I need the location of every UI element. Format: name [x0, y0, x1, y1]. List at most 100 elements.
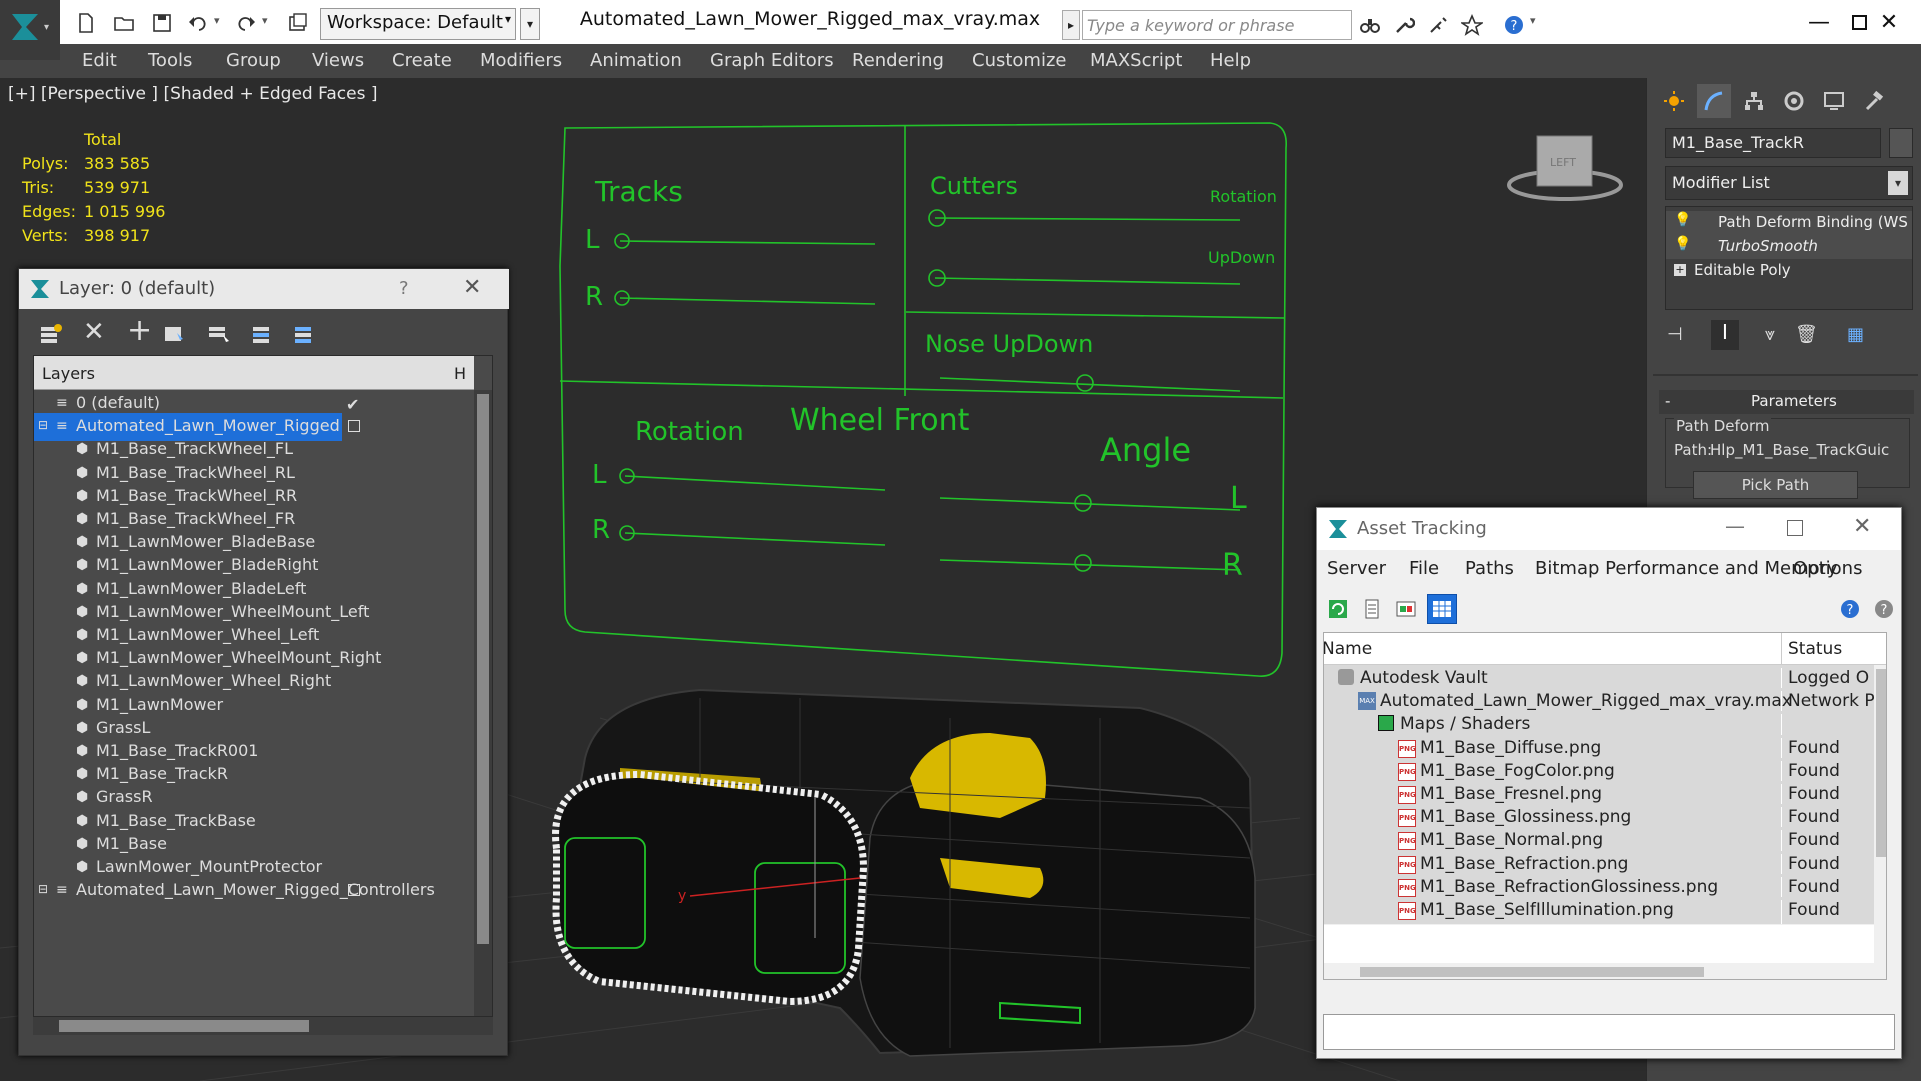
- menu-animation[interactable]: Animation: [590, 50, 682, 71]
- workspace-menu-button[interactable]: ▾: [520, 8, 540, 40]
- close-icon[interactable]: ✕: [463, 275, 481, 300]
- add-selection-to-layer-icon[interactable]: [163, 323, 187, 345]
- layer-properties-icon[interactable]: [39, 323, 63, 345]
- select-layer-objects-icon[interactable]: [207, 323, 231, 345]
- column-layers[interactable]: Layers: [42, 364, 95, 383]
- lightbulb-icon[interactable]: 💡: [1674, 236, 1691, 252]
- delete-layer-icon[interactable]: ✕: [83, 317, 105, 347]
- hide-layers-icon[interactable]: [293, 323, 317, 345]
- show-end-result-icon[interactable]: I: [1711, 320, 1739, 350]
- make-unique-icon[interactable]: ⩔: [1765, 324, 1775, 345]
- slider-angle-r-knob[interactable]: [1074, 554, 1092, 572]
- hierarchy-tab[interactable]: [1737, 84, 1771, 118]
- column-name[interactable]: Name: [1324, 639, 1372, 659]
- undo-button[interactable]: [184, 10, 212, 36]
- thumbnail-view-button[interactable]: [1391, 594, 1421, 624]
- asset-vscroll-track[interactable]: [1874, 665, 1886, 963]
- slider-nose-updown-knob[interactable]: [1076, 374, 1094, 392]
- pin-stack-icon[interactable]: ⊣: [1667, 324, 1683, 345]
- save-file-button[interactable]: [148, 10, 176, 36]
- sign-in-button[interactable]: [1424, 11, 1452, 39]
- object-name-field[interactable]: M1_Base_TrackR: [1665, 128, 1881, 158]
- search-input[interactable]: Type a keyword or phrase: [1082, 10, 1352, 40]
- asset-grid[interactable]: Name Status Autodesk Vault Logged O MAX Aut…: [1323, 632, 1887, 980]
- app-menu-button[interactable]: ▾: [0, 0, 60, 60]
- menu-tools[interactable]: Tools: [148, 50, 192, 71]
- minimize-icon[interactable]: —: [1725, 514, 1745, 538]
- help-button[interactable]: ?: [1835, 594, 1865, 624]
- current-layer-check-icon[interactable]: ✔: [346, 395, 359, 414]
- column-status[interactable]: Status: [1781, 633, 1848, 665]
- redo-button[interactable]: [232, 10, 260, 36]
- slider-tracks-l[interactable]: [619, 240, 876, 245]
- refresh-button[interactable]: [1323, 594, 1353, 624]
- open-file-button[interactable]: [110, 10, 138, 36]
- layer-hscroll-track[interactable]: [33, 1017, 493, 1035]
- layer-hscroll-thumb[interactable]: [59, 1020, 309, 1032]
- project-button[interactable]: [284, 10, 312, 36]
- asset-path-field[interactable]: [1323, 1014, 1895, 1050]
- layer-vscroll-track[interactable]: [474, 390, 492, 1016]
- viewcube[interactable]: LEFT: [1507, 135, 1623, 201]
- table-view-button[interactable]: [1427, 594, 1457, 624]
- binoculars-button[interactable]: [1356, 11, 1384, 39]
- remove-modifier-icon[interactable]: 🗑: [1795, 324, 1818, 345]
- motion-tab[interactable]: [1777, 84, 1811, 118]
- help-disabled-button[interactable]: ?: [1869, 594, 1899, 624]
- menu-modifiers[interactable]: Modifiers: [480, 50, 562, 71]
- tools-button[interactable]: [1390, 11, 1418, 39]
- list-view-button[interactable]: [1357, 594, 1387, 624]
- utilities-tab[interactable]: [1857, 84, 1891, 118]
- parameters-rollout-header[interactable]: - Parameters: [1659, 390, 1914, 414]
- asset-menu-file[interactable]: File: [1409, 558, 1439, 579]
- asset-vscroll-thumb[interactable]: [1876, 669, 1886, 857]
- modifier-stack[interactable]: 💡 Path Deform Binding (WS 💡 TurboSmooth …: [1665, 206, 1913, 310]
- close-button[interactable]: ✕: [1866, 6, 1912, 38]
- asset-dialog-titlebar[interactable]: Asset Tracking — ✕: [1317, 508, 1901, 550]
- close-icon[interactable]: ✕: [1853, 514, 1871, 539]
- slider-wheel-rotation-r[interactable]: [624, 532, 886, 546]
- stack-item-turbosmooth[interactable]: 💡 TurboSmooth: [1666, 235, 1912, 259]
- stack-item-path-deform[interactable]: 💡 Path Deform Binding (WS: [1666, 211, 1912, 235]
- menu-group[interactable]: Group: [226, 50, 281, 71]
- asset-menu-paths[interactable]: Paths: [1465, 558, 1514, 579]
- help-button[interactable]: ?: [1500, 11, 1528, 39]
- redo-dropdown-icon[interactable]: ▾: [262, 14, 268, 27]
- maximize-icon[interactable]: [1787, 520, 1803, 536]
- slider-cutters-rotation[interactable]: [934, 217, 1241, 221]
- asset-hscroll-thumb[interactable]: [1360, 967, 1704, 977]
- create-tab[interactable]: [1657, 84, 1691, 118]
- menu-help[interactable]: Help: [1210, 50, 1251, 71]
- expand-toggle-icon[interactable]: ⊟: [38, 418, 48, 432]
- menu-maxscript[interactable]: MAXScript: [1090, 50, 1182, 71]
- slider-wheel-rotation-l[interactable]: [624, 475, 886, 491]
- display-tab[interactable]: [1817, 84, 1851, 118]
- modifier-list-dropdown[interactable]: Modifier List ▾: [1665, 166, 1913, 200]
- menu-create[interactable]: Create: [392, 50, 452, 71]
- menu-edit[interactable]: Edit: [82, 50, 117, 71]
- new-file-button[interactable]: [72, 10, 100, 36]
- help-icon[interactable]: ?: [399, 278, 409, 299]
- configure-sets-icon[interactable]: ▦: [1847, 324, 1864, 345]
- slider-cutters-updown[interactable]: [934, 277, 1241, 285]
- favorites-button[interactable]: [1458, 11, 1486, 39]
- object-color-swatch[interactable]: [1889, 128, 1913, 158]
- expand-toggle-icon[interactable]: ⊟: [38, 882, 48, 896]
- menu-views[interactable]: Views: [312, 50, 364, 71]
- menu-customize[interactable]: Customize: [972, 50, 1066, 71]
- asset-hscroll-track[interactable]: [1324, 963, 1886, 979]
- pick-path-button[interactable]: Pick Path: [1693, 471, 1858, 499]
- search-expand-button[interactable]: ▸: [1062, 10, 1080, 40]
- add-layer-icon[interactable]: +: [127, 313, 152, 348]
- menu-rendering[interactable]: Rendering: [852, 50, 944, 71]
- slider-tracks-r[interactable]: [619, 297, 876, 305]
- modify-tab[interactable]: [1697, 84, 1731, 118]
- menu-graph-editors[interactable]: Graph Editors: [710, 50, 834, 71]
- workspace-dropdown[interactable]: Workspace: Default ▾: [320, 8, 516, 40]
- asset-menu-options[interactable]: Options: [1793, 558, 1862, 579]
- stack-item-editable-poly[interactable]: + Editable Poly: [1666, 259, 1912, 283]
- lightbulb-icon[interactable]: 💡: [1674, 212, 1691, 228]
- expand-plus-icon[interactable]: +: [1674, 264, 1686, 276]
- set-current-layer-box[interactable]: [348, 884, 360, 897]
- help-dropdown-icon[interactable]: ▾: [1530, 14, 1536, 27]
